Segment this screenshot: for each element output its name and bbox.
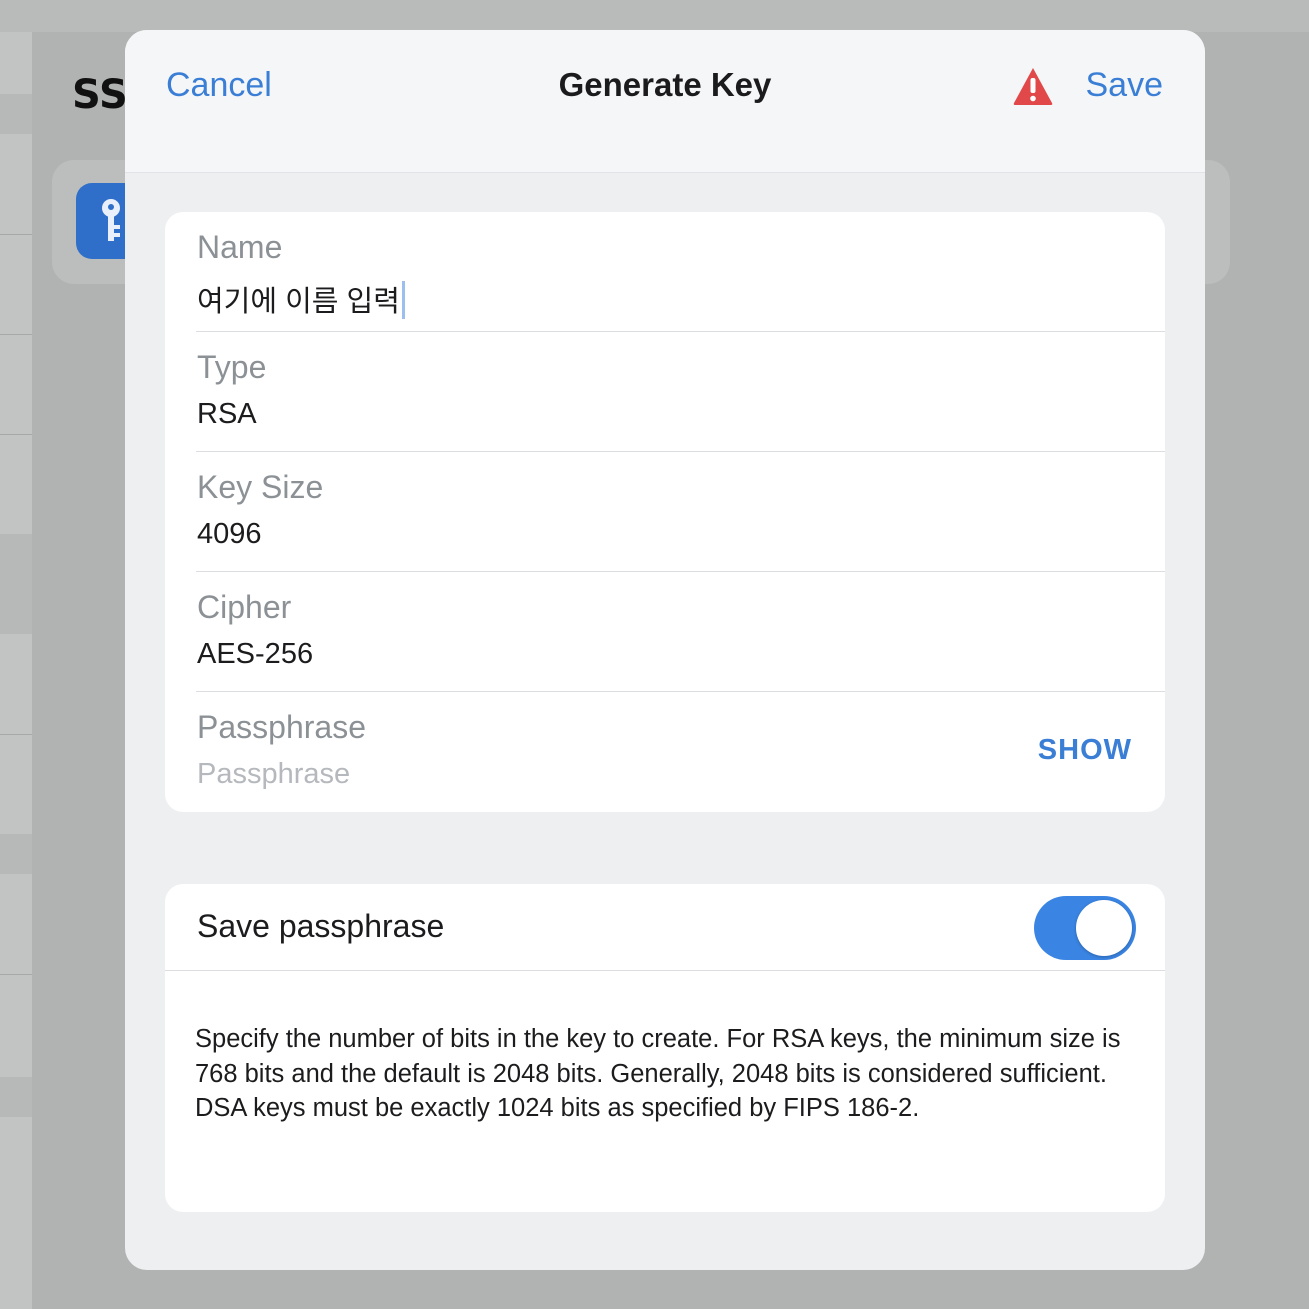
text-caret xyxy=(401,281,405,319)
type-row[interactable]: Type RSA xyxy=(165,332,1165,452)
key-settings-card: Name 여기에 이름 입력 Type RSA Key Size 4096 Ci… xyxy=(165,212,1165,812)
type-value: RSA xyxy=(197,398,257,430)
key-size-label: Key Size xyxy=(197,469,324,505)
toggle-knob xyxy=(1076,900,1132,956)
warning-triangle-icon[interactable] xyxy=(1012,66,1054,106)
cipher-value: AES-256 xyxy=(197,638,314,670)
save-button[interactable]: Save xyxy=(1086,66,1164,105)
name-value: 여기에 이름 입력 xyxy=(197,286,400,318)
passphrase-input[interactable]: Passphrase xyxy=(197,758,350,791)
name-input[interactable]: 여기에 이름 입력 xyxy=(197,278,405,320)
background-sidebar xyxy=(0,32,32,1309)
type-label: Type xyxy=(197,349,267,385)
save-passphrase-card: Save passphrase Specify the number of bi… xyxy=(165,884,1165,1212)
background-page-title: SS xyxy=(72,72,128,118)
cipher-label: Cipher xyxy=(197,589,292,625)
passphrase-row: Passphrase Passphrase SHOW xyxy=(165,692,1165,812)
save-passphrase-toggle[interactable] xyxy=(1034,896,1136,960)
save-passphrase-row: Save passphrase xyxy=(165,884,1165,971)
key-size-row[interactable]: Key Size 4096 xyxy=(165,452,1165,572)
name-row[interactable]: Name 여기에 이름 입력 xyxy=(165,212,1165,332)
key-size-help-text: Specify the number of bits in the key to… xyxy=(195,1025,1121,1122)
cipher-row[interactable]: Cipher AES-256 xyxy=(165,572,1165,692)
background-top-bar xyxy=(0,0,1309,32)
save-passphrase-label: Save passphrase xyxy=(197,908,445,944)
generate-key-sheet: Cancel Generate Key Save Name 여기에 이름 입력 … xyxy=(125,30,1205,1270)
sheet-header: Cancel Generate Key Save xyxy=(125,30,1205,173)
passphrase-label: Passphrase xyxy=(197,709,366,745)
show-passphrase-button[interactable]: SHOW xyxy=(1038,734,1132,767)
name-label: Name xyxy=(197,229,283,265)
key-size-value: 4096 xyxy=(197,518,262,550)
